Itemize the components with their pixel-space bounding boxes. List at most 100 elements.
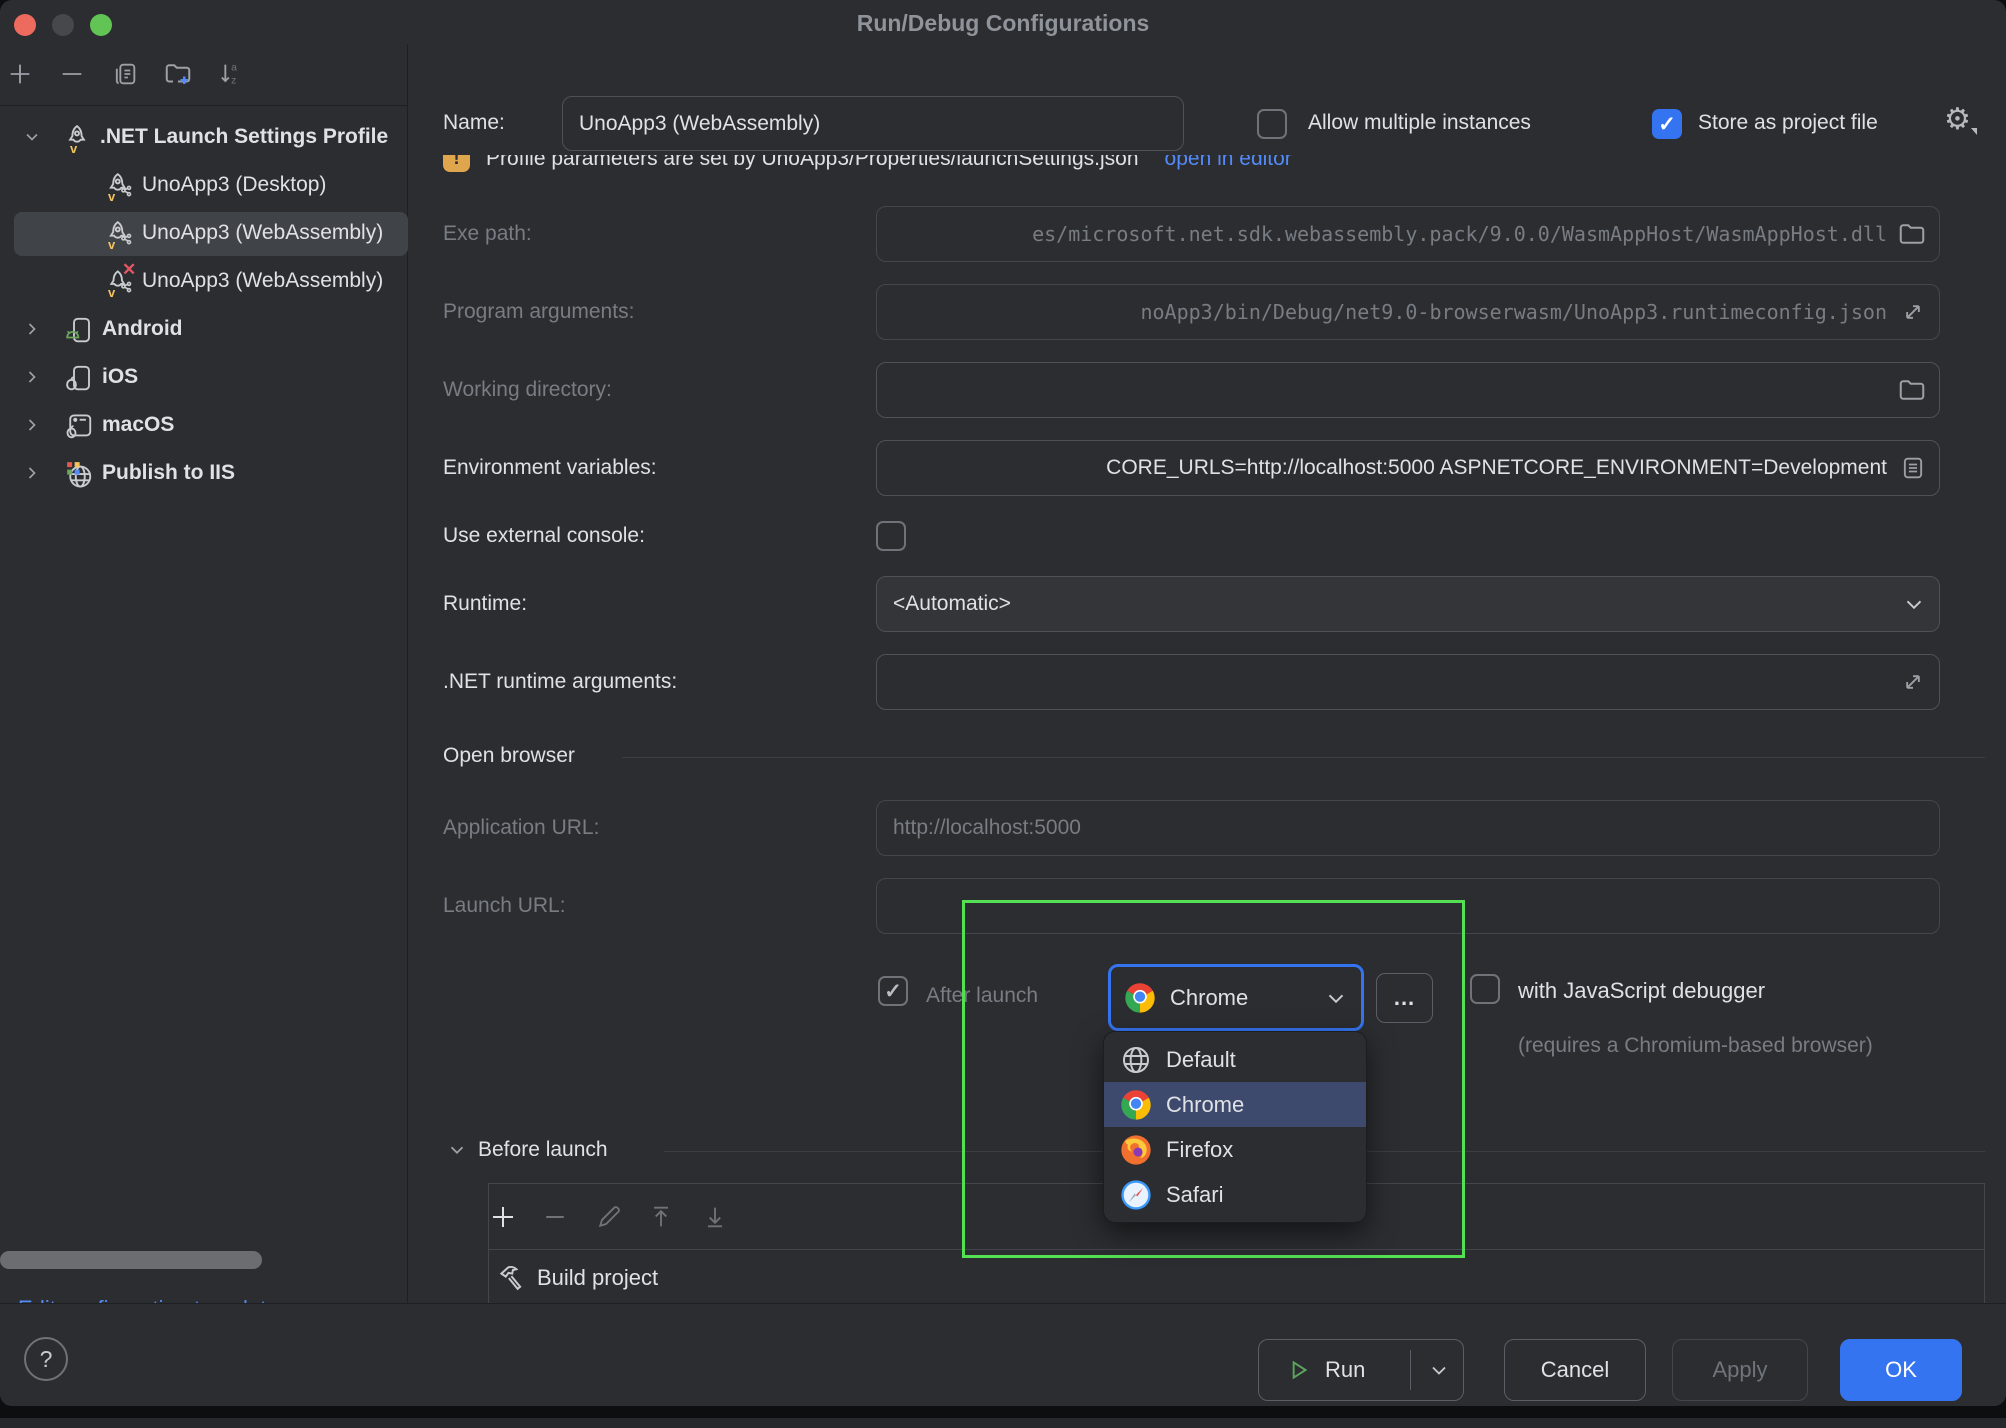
tree-item-unoapp3-desktop[interactable]: v UnoApp3 (Desktop) bbox=[0, 162, 408, 210]
store-settings-gear-icon[interactable]: ⚙ bbox=[1944, 102, 1971, 137]
allow-multiple-instances-label[interactable]: Allow multiple instances bbox=[1308, 111, 1531, 135]
menu-item-label: Chrome bbox=[1166, 1092, 1244, 1118]
chevron-down-icon[interactable] bbox=[1427, 1358, 1451, 1382]
help-button[interactable]: ? bbox=[24, 1337, 68, 1381]
name-label: Name: bbox=[443, 111, 505, 135]
environment-variables-label: Environment variables: bbox=[443, 456, 657, 480]
tree-item-unoapp3-webassembly-selected[interactable]: v UnoApp3 (WebAssembly) bbox=[0, 210, 408, 258]
move-up-button[interactable] bbox=[643, 1199, 679, 1235]
name-value: UnoApp3 (WebAssembly) bbox=[579, 112, 820, 136]
tree-item-label: UnoApp3 (WebAssembly) bbox=[142, 221, 383, 245]
tree-item-label: .NET Launch Settings Profile bbox=[100, 125, 388, 149]
allow-multiple-instances-checkbox[interactable]: ✓ bbox=[1257, 109, 1287, 139]
program-arguments-value: noApp3/bin/Debug/net9.0-browserwasm/UnoA… bbox=[1140, 300, 1887, 324]
run-button[interactable]: Run bbox=[1258, 1339, 1464, 1401]
menu-item-safari[interactable]: Safari bbox=[1104, 1172, 1366, 1217]
tree-item-macos[interactable]: macOS bbox=[0, 402, 408, 450]
sort-configurations-button[interactable]: a z bbox=[212, 56, 248, 92]
chevron-right-icon[interactable] bbox=[22, 367, 42, 392]
screen: Run/Debug Configurations bbox=[0, 0, 2006, 1428]
menu-item-label: Default bbox=[1166, 1047, 1236, 1073]
chevron-down-icon[interactable] bbox=[446, 1139, 468, 1166]
move-down-button[interactable] bbox=[697, 1199, 733, 1235]
expand-editor-icon[interactable] bbox=[1899, 298, 1927, 326]
exe-path-label: Exe path: bbox=[443, 222, 532, 246]
application-url-input: http://localhost:5000 bbox=[876, 800, 1940, 856]
menu-item-chrome[interactable]: Chrome bbox=[1104, 1082, 1366, 1127]
edit-task-button[interactable] bbox=[591, 1199, 627, 1235]
add-configuration-button[interactable] bbox=[2, 56, 38, 92]
tree-item-label: Android bbox=[102, 317, 182, 341]
name-input[interactable]: UnoApp3 (WebAssembly) bbox=[562, 96, 1184, 151]
chevron-right-icon[interactable] bbox=[22, 415, 42, 440]
after-launch-checkbox[interactable]: ✓ bbox=[878, 976, 908, 1006]
cancel-button[interactable]: Cancel bbox=[1504, 1339, 1646, 1401]
tree-item-ios[interactable]: iOS bbox=[0, 354, 408, 402]
copy-configuration-button[interactable] bbox=[107, 56, 143, 92]
new-folder-button[interactable] bbox=[160, 56, 196, 92]
program-arguments-label: Program arguments: bbox=[443, 300, 634, 324]
open-in-editor-link[interactable]: open in editor bbox=[1165, 155, 1292, 171]
dotnet-runtime-arguments-input[interactable] bbox=[876, 654, 1940, 710]
android-icon bbox=[64, 315, 94, 350]
ios-icon bbox=[64, 363, 94, 398]
ok-button[interactable]: OK bbox=[1840, 1339, 1962, 1401]
chevron-down-icon[interactable] bbox=[22, 127, 42, 152]
environment-variables-input[interactable]: CORE_URLS=http://localhost:5000 ASPNETCO… bbox=[876, 440, 1940, 496]
run-config-rocket-icon: v bbox=[104, 219, 134, 254]
before-launch-task-label: Build project bbox=[537, 1265, 658, 1291]
store-as-project-file-checkbox[interactable]: ✓ bbox=[1652, 109, 1682, 139]
chevron-down-icon bbox=[1901, 591, 1927, 617]
safari-icon bbox=[1120, 1179, 1152, 1211]
working-directory-input[interactable] bbox=[876, 362, 1940, 418]
svg-text:a: a bbox=[231, 62, 237, 74]
runtime-label: Runtime: bbox=[443, 592, 527, 616]
remove-task-button[interactable] bbox=[537, 1199, 573, 1235]
warning-banner: ! Profile parameters are set by UnoApp3/… bbox=[443, 155, 1643, 187]
exe-path-value: es/microsoft.net.sdk.webassembly.pack/9.… bbox=[1032, 222, 1887, 246]
dialog-footer: ? Run Cancel Apply OK bbox=[0, 1303, 2006, 1406]
runtime-value: <Automatic> bbox=[893, 592, 1011, 616]
js-debugger-checkbox[interactable]: ✓ bbox=[1470, 974, 1500, 1004]
chevron-right-icon[interactable] bbox=[22, 463, 42, 488]
js-debugger-label[interactable]: with JavaScript debugger bbox=[1518, 978, 1765, 1004]
before-launch-task-row[interactable]: Build project bbox=[489, 1250, 1984, 1305]
configurations-panel: a z v bbox=[0, 44, 408, 1303]
chrome-icon bbox=[1120, 1089, 1152, 1121]
tree-item-dotnet-launch-settings[interactable]: v .NET Launch Settings Profile bbox=[0, 114, 408, 162]
run-debug-configurations-dialog: Run/Debug Configurations bbox=[0, 0, 2006, 1406]
menu-item-firefox[interactable]: Firefox bbox=[1104, 1127, 1366, 1172]
add-task-button[interactable] bbox=[485, 1199, 521, 1235]
tree-item-unoapp3-webassembly-invalid[interactable]: ✕ v UnoApp3 (WebAssembly) bbox=[0, 258, 408, 306]
environment-variables-value: CORE_URLS=http://localhost:5000 ASPNETCO… bbox=[1106, 456, 1887, 480]
run-config-rocket-icon: v bbox=[104, 171, 134, 206]
launch-url-label: Launch URL: bbox=[443, 894, 566, 918]
configurations-tree: v .NET Launch Settings Profile v Uno bbox=[0, 114, 408, 498]
use-external-console-checkbox[interactable]: ✓ bbox=[876, 521, 906, 551]
run-button-label: Run bbox=[1325, 1357, 1365, 1383]
store-as-project-file-label[interactable]: Store as project file bbox=[1698, 111, 1878, 135]
browse-folder-icon[interactable] bbox=[1897, 375, 1927, 405]
expand-editor-icon[interactable] bbox=[1899, 668, 1927, 696]
dialog-title: Run/Debug Configurations bbox=[0, 10, 2006, 37]
application-url-label: Application URL: bbox=[443, 816, 599, 840]
titlebar: Run/Debug Configurations bbox=[0, 0, 2006, 44]
tree-item-label: Publish to IIS bbox=[102, 461, 235, 485]
tree-item-label: UnoApp3 (WebAssembly) bbox=[142, 269, 383, 293]
remove-configuration-button[interactable] bbox=[54, 56, 90, 92]
horizontal-scrollbar-thumb[interactable] bbox=[0, 1251, 262, 1269]
chevron-right-icon[interactable] bbox=[22, 319, 42, 344]
warning-icon: ! bbox=[443, 155, 470, 172]
tree-item-publish-to-iis[interactable]: Publish to IIS bbox=[0, 450, 408, 498]
env-vars-editor-icon[interactable] bbox=[1899, 454, 1927, 482]
runtime-select[interactable]: <Automatic> bbox=[876, 576, 1940, 632]
browse-folder-icon[interactable] bbox=[1897, 219, 1927, 249]
tree-item-android[interactable]: Android bbox=[0, 306, 408, 354]
menu-item-label: Safari bbox=[1166, 1182, 1223, 1208]
before-launch-section-title[interactable]: Before launch bbox=[478, 1138, 608, 1162]
configurations-toolbar: a z bbox=[0, 44, 407, 106]
run-split-divider bbox=[1410, 1350, 1411, 1390]
dotnet-runtime-arguments-label: .NET runtime arguments: bbox=[443, 670, 677, 694]
run-config-rocket-error-icon: ✕ v bbox=[104, 267, 134, 302]
menu-item-default[interactable]: Default bbox=[1104, 1037, 1366, 1082]
